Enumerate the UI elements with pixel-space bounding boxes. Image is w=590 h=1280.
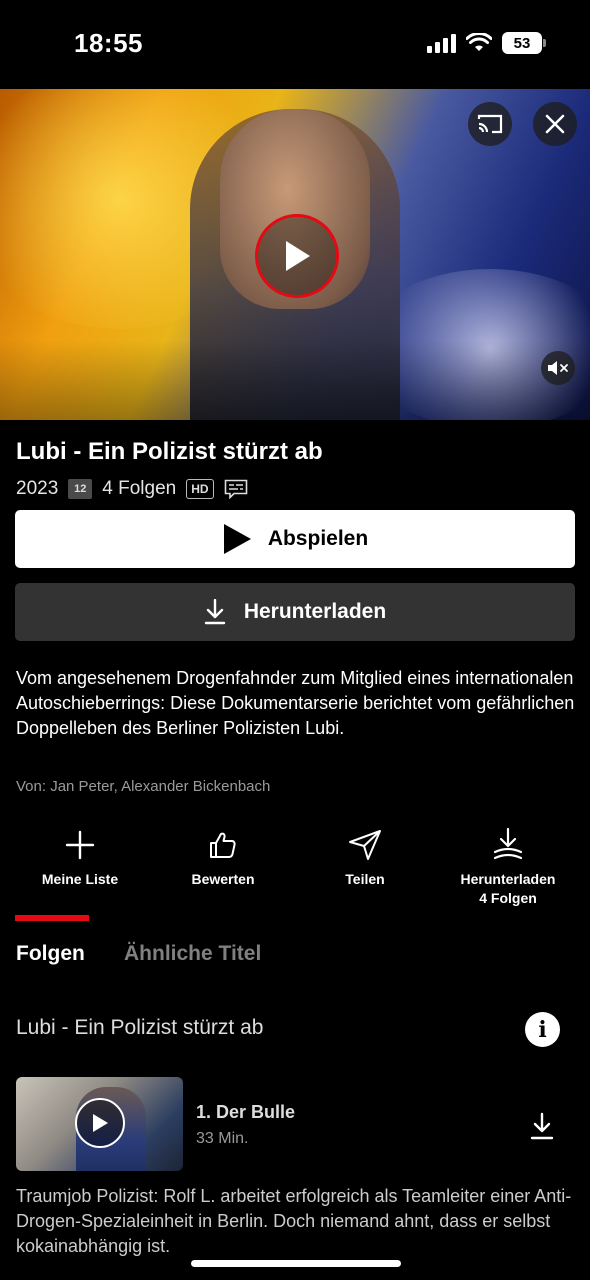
episode-duration: 33 Min. [196, 1130, 249, 1147]
play-icon [223, 524, 251, 554]
download-icon [204, 599, 226, 625]
download-icon [530, 1112, 554, 1140]
show-year: 2023 [16, 478, 59, 499]
season-title: Lubi - Ein Polizist stürzt ab [16, 1016, 264, 1039]
hero-trailer[interactable] [0, 89, 590, 420]
episode-title[interactable]: 1. Der Bulle [196, 1102, 295, 1123]
play-button[interactable]: Abspielen [15, 510, 575, 568]
mute-button[interactable] [541, 351, 575, 385]
active-tab-indicator [15, 915, 89, 921]
status-icons: 53 [427, 32, 546, 54]
episode-description: Traumjob Polizist: Rolf L. arbeitet erfo… [16, 1186, 572, 1256]
action-row: Meine Liste Bewerten Teilen Herunterlade… [0, 820, 590, 906]
download-button[interactable]: Herunterladen [15, 583, 575, 641]
share-label: Teilen [345, 871, 385, 887]
my-list-button[interactable]: Meine Liste [10, 820, 150, 889]
hero-play-button[interactable] [255, 214, 339, 298]
tab-similar-titles[interactable]: Ähnliche Titel [124, 942, 261, 966]
my-list-label: Meine Liste [41, 871, 119, 887]
show-description: Vom angesehenem Drogenfahnder zum Mitgli… [16, 668, 575, 738]
episode-play-button[interactable] [75, 1098, 125, 1148]
cast-button[interactable] [468, 102, 512, 146]
info-icon[interactable]: i [525, 1012, 560, 1047]
status-time: 18:55 [74, 28, 143, 58]
show-meta: 2023 12 4 Folgen HD [16, 478, 248, 500]
rate-button[interactable]: Bewerten [153, 820, 293, 889]
plus-icon [65, 830, 95, 860]
episode-download-button[interactable] [524, 1108, 560, 1144]
play-button-label: Abspielen [267, 527, 369, 550]
home-indicator[interactable] [191, 1260, 401, 1267]
hd-badge: HD [186, 479, 214, 499]
download-season-label-1: Herunterladen [460, 871, 556, 887]
thumbs-up-icon [210, 832, 236, 858]
download-button-label: Herunterladen [243, 600, 387, 623]
episode-thumbnail[interactable] [16, 1077, 183, 1171]
show-title: Lubi - Ein Polizist stürzt ab [16, 438, 323, 465]
close-icon [545, 114, 565, 134]
battery-icon: 53 [502, 32, 546, 54]
mute-icon [548, 361, 568, 375]
play-icon [93, 1114, 108, 1132]
play-icon [286, 241, 310, 271]
download-season-button[interactable]: Herunterladen 4 Folgen [438, 820, 578, 908]
download-season-label-2: 4 Folgen [479, 890, 537, 906]
show-credits: Von: Jan Peter, Alexander Bickenbach [16, 778, 271, 795]
wifi-icon [466, 33, 492, 51]
age-rating-badge: 12 [68, 479, 93, 499]
send-icon [349, 830, 381, 860]
rate-label: Bewerten [191, 871, 255, 887]
status-bar: 18:55 53 [0, 0, 590, 88]
cast-icon [477, 114, 503, 134]
signal-icon [427, 33, 456, 53]
share-button[interactable]: Teilen [295, 820, 435, 889]
subtitles-icon [224, 479, 247, 499]
tab-episodes[interactable]: Folgen [16, 942, 85, 966]
download-all-icon [493, 827, 523, 860]
close-button[interactable] [533, 102, 577, 146]
episode-count: 4 Folgen [102, 478, 177, 499]
